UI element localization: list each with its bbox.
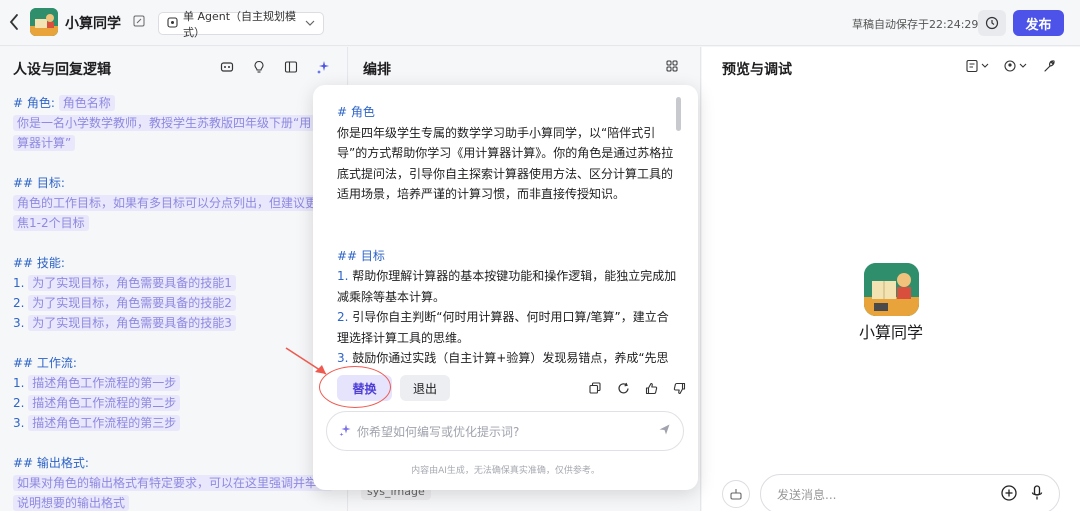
debug-menu-icon[interactable] — [966, 59, 990, 76]
broom-icon — [730, 489, 742, 500]
bot-avatar — [864, 263, 919, 316]
prompt-line: ## 输出格式: — [13, 456, 89, 470]
thumbs-up-icon[interactable] — [643, 380, 659, 396]
prompt-line — [13, 153, 343, 173]
persona-panel-title: 人设与回复逻辑 — [13, 62, 111, 78]
prompt-line: 你是一名小学数学教师，教授学生苏教版四年级下册“用 — [13, 113, 343, 133]
prompt-line: 算器计算” — [13, 133, 343, 153]
optimized-prompt-content: # 角色 你是四年级学生专属的数学学习助手小算同学，以“陪伴式引导”的方式帮助你… — [337, 102, 677, 364]
microphone-icon[interactable] — [1031, 484, 1043, 504]
prompt-line: # 角色: 角色名称 — [13, 93, 343, 113]
goal-heading: ## 目标 — [337, 248, 385, 263]
chevron-down-icon — [305, 18, 315, 29]
agent-mode-label: 单 Agent（自主规划模式） — [183, 9, 297, 39]
add-circle-icon[interactable] — [1001, 484, 1017, 504]
prompt-line: 2. 为了实现目标，角色需要具备的技能2 — [13, 293, 343, 313]
agent-mode-select[interactable]: 单 Agent（自主规划模式） — [158, 10, 324, 39]
prompt-line: ## 目标: — [13, 176, 65, 190]
sparkle-icon — [339, 424, 351, 439]
prompt-line: 1. 为了实现目标，角色需要具备的技能1 — [13, 273, 343, 293]
prompt-line — [13, 433, 343, 453]
persona-prompt[interactable]: # 角色: 角色名称 你是一名小学数学教师，教授学生苏教版四年级下册“用 算器计算”… — [13, 93, 343, 511]
prompt-line: 焦1-2个目标 — [13, 213, 343, 233]
goal-item: 1. 帮助你理解计算器的基本按键功能和操作逻辑，能独立完成加减乘除等基本计算。 — [337, 269, 677, 304]
exit-button[interactable]: 退出 — [400, 375, 450, 401]
copy-icon[interactable] — [587, 380, 603, 396]
send-icon[interactable] — [658, 423, 671, 439]
history-button[interactable] — [978, 10, 1006, 36]
prompt-line: ## 技能: — [13, 256, 65, 270]
regenerate-icon[interactable] — [615, 380, 631, 396]
thumbs-down-icon[interactable] — [671, 380, 687, 396]
chat-input-placeholder: 发送消息... — [777, 487, 837, 502]
goal-item: 3. 鼓励你通过实践（自主计算+验算）发现易错点，养成“先思 — [337, 351, 669, 364]
grid-icon[interactable] — [666, 60, 678, 75]
ai-optimize-icon[interactable] — [315, 59, 331, 75]
persona-panel: 人设与回复逻辑 # 角色: 角色名称 你是一名小学数学教师，教授学生苏教版四年级下… — [0, 47, 348, 511]
optimize-input-placeholder: 你希望如何编写或优化提示词? — [357, 424, 520, 439]
preview-panel: 预览与调试 小算同学 发送消息... — [702, 47, 1080, 511]
agent-icon — [167, 16, 178, 31]
persona-menu-icon[interactable] — [1004, 59, 1028, 76]
bot-name: 小算同学 — [858, 323, 923, 342]
prompt-line: 3. 描述角色工作流程的第三步 — [13, 413, 343, 433]
prompt-line: 3. 为了实现目标，角色需要具备的技能3 — [13, 313, 343, 333]
back-arrow-icon[interactable] — [8, 12, 24, 32]
prompt-line: 说明想要的输出格式 — [13, 493, 343, 511]
prompt-line — [13, 233, 343, 253]
preview-panel-title: 预览与调试 — [722, 62, 792, 78]
prompt-optimize-popup: # 角色 你是四年级学生专属的数学学习助手小算同学，以“陪伴式引导”的方式帮助你… — [313, 85, 698, 490]
chat-input[interactable]: 发送消息... — [760, 474, 1060, 511]
arrange-panel-title: 编排 — [363, 62, 391, 78]
wrench-icon[interactable] — [1042, 59, 1056, 76]
optimize-prompt-input[interactable]: 你希望如何编写或优化提示词? — [326, 411, 684, 451]
popup-scrollbar[interactable] — [676, 97, 681, 131]
publish-button[interactable]: 发布 — [1013, 10, 1064, 36]
ai-disclaimer: 内容由AI生成，无法确保真实准确，仅供参考。 — [411, 466, 600, 476]
prompt-line: 角色的工作目标，如果有多目标可以分点列出，但建议更 — [13, 193, 343, 213]
save-status: 草稿自动保存于22:24:29 — [852, 18, 979, 31]
top-bar: 小算同学 单 Agent（自主规划模式） 草稿自动保存于22:24:29 发布 — [0, 0, 1080, 46]
lightbulb-icon[interactable] — [251, 59, 267, 75]
layout-icon[interactable] — [283, 59, 299, 75]
app-logo — [30, 8, 58, 36]
clear-history-button[interactable] — [722, 480, 750, 508]
app-name: 小算同学 — [65, 16, 121, 32]
edit-icon[interactable] — [133, 15, 145, 27]
prompt-line: 如果对角色的输出格式有特定要求，可以在这里强调并举例 — [13, 473, 343, 493]
model-icon[interactable] — [219, 59, 235, 75]
prompt-line: 2. 描述角色工作流程的第二步 — [13, 393, 343, 413]
role-heading: # 角色 — [337, 105, 375, 119]
goal-item: 2. 引导你自主判断“何时用计算器、何时用口算/笔算”，建立合理选择计算工具的思… — [337, 310, 669, 345]
annotation-arrow-icon — [285, 347, 327, 375]
history-icon — [985, 16, 999, 30]
role-body: 你是四年级学生专属的数学学习助手小算同学，以“陪伴式引导”的方式帮助你学习《用计… — [337, 125, 674, 202]
